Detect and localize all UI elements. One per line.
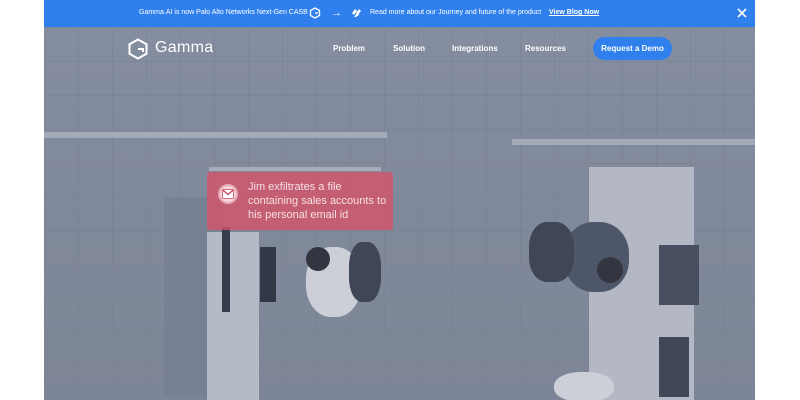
request-demo-button[interactable]: Request a Demo xyxy=(593,37,672,60)
arrow-right-icon: → xyxy=(331,7,342,19)
nav-link-resources[interactable]: Resources xyxy=(525,44,566,53)
hero-section xyxy=(44,27,755,400)
brand-name[interactable]: Gamma xyxy=(155,39,213,57)
announcement-text-secondary: Read more about our Journey and future o… xyxy=(370,9,542,16)
view-blog-link[interactable]: View Blog Now xyxy=(549,9,599,16)
alert-message: Jim exfiltrates a file containing sales … xyxy=(248,181,387,221)
nav-link-solution[interactable]: Solution xyxy=(393,44,425,53)
gmail-icon xyxy=(218,184,238,204)
hero-overlay xyxy=(44,27,755,400)
nav-link-integrations[interactable]: Integrations xyxy=(452,44,498,53)
announcement-bar: Gamma.AI is now Palo Alto Networks Next-… xyxy=(44,0,755,27)
gamma-logo-icon[interactable] xyxy=(127,38,149,60)
palo-alto-logo-icon xyxy=(352,9,361,17)
announcement-text: Gamma.AI is now Palo Alto Networks Next-… xyxy=(139,9,308,16)
exfiltration-alert-card: Jim exfiltrates a file containing sales … xyxy=(207,172,393,230)
close-icon[interactable] xyxy=(735,6,749,20)
gmail-icon-glyph xyxy=(222,189,234,199)
gamma-logo-icon xyxy=(309,7,321,19)
nav-link-problem[interactable]: Problem xyxy=(333,44,365,53)
